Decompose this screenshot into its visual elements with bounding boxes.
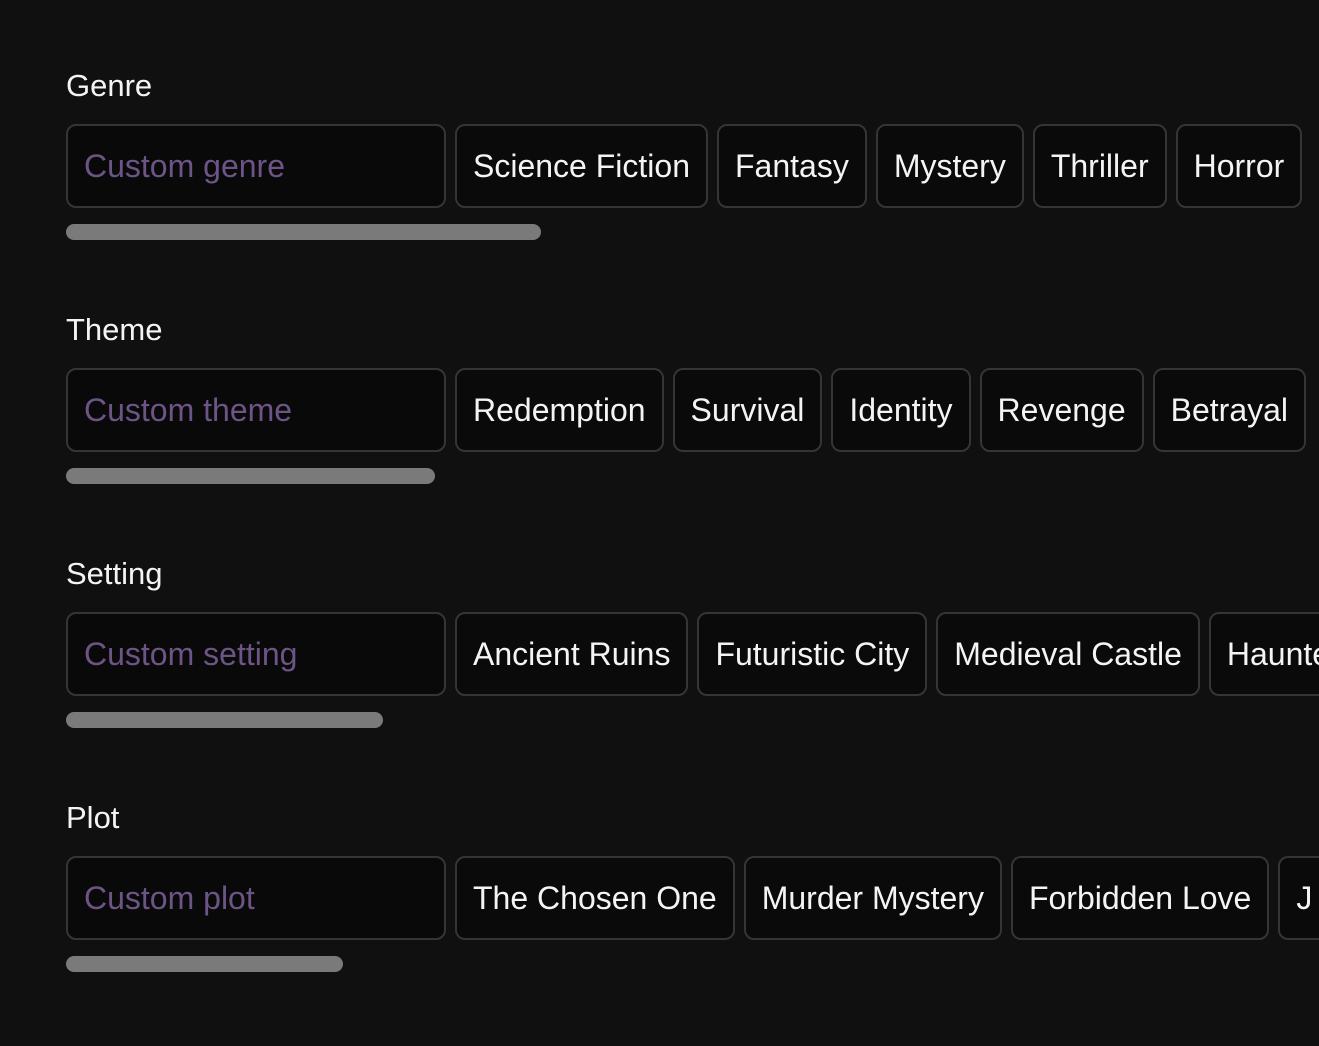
theme-option-chip[interactable]: Identity [831,368,971,452]
setting-option-chip[interactable]: Medieval Castle [936,612,1200,696]
custom-setting-input[interactable] [66,612,446,696]
plot-option-chip[interactable]: The Chosen One [455,856,735,940]
theme-scrollbar[interactable] [66,468,435,484]
plot-option-chip[interactable]: Forbidden Love [1010,856,1270,940]
custom-plot-input[interactable] [66,856,446,940]
theme-options-row: RedemptionSurvivalIdentityRevengeBetraya… [66,368,1319,452]
plot-label: Plot [66,800,120,835]
genre-label: Genre [66,68,153,103]
plot-option-chip[interactable]: Murder Mystery [743,856,1002,940]
theme-option-chip[interactable]: Betrayal [1152,368,1307,452]
genre-option-chip[interactable]: Thriller [1032,124,1167,208]
setting-option-chip[interactable]: Ancient Ruins [455,612,689,696]
setting-option-chip[interactable]: Futuristic City [697,612,928,696]
theme-option-chip[interactable]: Survival [672,368,823,452]
genre-option-chip[interactable]: Horror [1175,124,1303,208]
theme-option-chip[interactable]: Revenge [979,368,1144,452]
custom-theme-input[interactable] [66,368,446,452]
genre-option-chip[interactable]: Fantasy [716,124,867,208]
custom-genre-input[interactable] [66,124,446,208]
genre-option-chip[interactable]: Mystery [875,124,1024,208]
plot-option-chip[interactable]: J [1278,856,1319,940]
theme-option-chip[interactable]: Redemption [455,368,664,452]
genre-options-row: Science FictionFantasyMysteryThrillerHor… [66,124,1319,208]
setting-label: Setting [66,556,163,591]
setting-options-row: Ancient RuinsFuturistic CityMedieval Cas… [66,612,1319,696]
setting-option-chip[interactable]: Haunte [1208,612,1319,696]
plot-options-row: The Chosen OneMurder MysteryForbidden Lo… [66,856,1319,940]
setting-scrollbar[interactable] [66,712,383,728]
plot-scrollbar[interactable] [66,956,343,972]
theme-label: Theme [66,312,163,347]
genre-scrollbar[interactable] [66,224,541,240]
genre-option-chip[interactable]: Science Fiction [455,124,708,208]
